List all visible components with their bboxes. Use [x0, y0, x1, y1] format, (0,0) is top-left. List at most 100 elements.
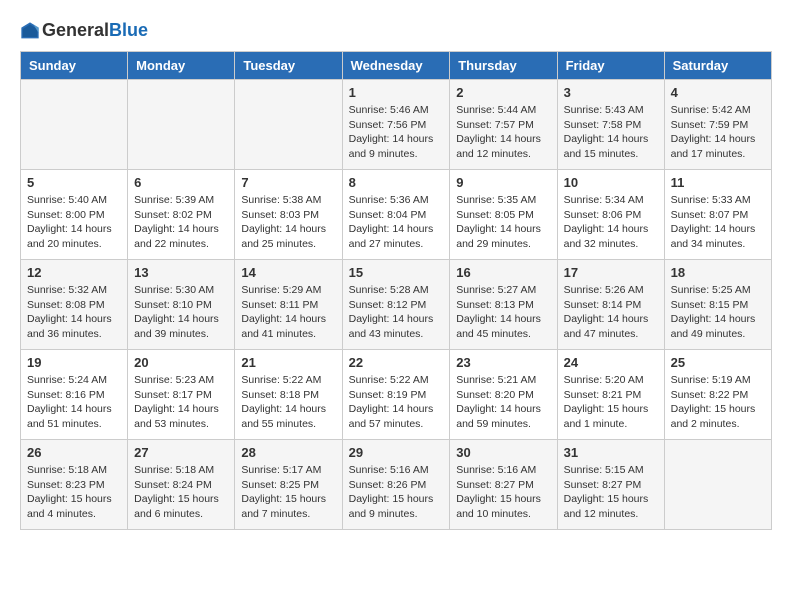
day-info: Sunrise: 5:19 AMSunset: 8:22 PMDaylight:… — [671, 373, 765, 432]
day-info: Sunrise: 5:16 AMSunset: 8:27 PMDaylight:… — [456, 463, 550, 522]
day-info: Sunrise: 5:26 AMSunset: 8:14 PMDaylight:… — [564, 283, 658, 342]
day-number: 21 — [241, 355, 335, 370]
day-number: 23 — [456, 355, 550, 370]
day-header-saturday: Saturday — [664, 52, 771, 80]
day-info: Sunrise: 5:21 AMSunset: 8:20 PMDaylight:… — [456, 373, 550, 432]
calendar-cell: 24 Sunrise: 5:20 AMSunset: 8:21 PMDaylig… — [557, 350, 664, 440]
day-header-friday: Friday — [557, 52, 664, 80]
day-info: Sunrise: 5:17 AMSunset: 8:25 PMDaylight:… — [241, 463, 335, 522]
day-number: 14 — [241, 265, 335, 280]
day-header-thursday: Thursday — [450, 52, 557, 80]
day-number: 30 — [456, 445, 550, 460]
calendar-cell: 12 Sunrise: 5:32 AMSunset: 8:08 PMDaylig… — [21, 260, 128, 350]
day-number: 18 — [671, 265, 765, 280]
calendar-cell: 26 Sunrise: 5:18 AMSunset: 8:23 PMDaylig… — [21, 440, 128, 530]
calendar-cell: 1 Sunrise: 5:46 AMSunset: 7:56 PMDayligh… — [342, 80, 450, 170]
calendar-cell — [235, 80, 342, 170]
day-info: Sunrise: 5:36 AMSunset: 8:04 PMDaylight:… — [349, 193, 444, 252]
day-number: 31 — [564, 445, 658, 460]
logo-icon — [20, 21, 40, 41]
day-info: Sunrise: 5:40 AMSunset: 8:00 PMDaylight:… — [27, 193, 121, 252]
calendar-cell: 21 Sunrise: 5:22 AMSunset: 8:18 PMDaylig… — [235, 350, 342, 440]
day-number: 10 — [564, 175, 658, 190]
day-info: Sunrise: 5:46 AMSunset: 7:56 PMDaylight:… — [349, 103, 444, 162]
day-info: Sunrise: 5:16 AMSunset: 8:26 PMDaylight:… — [349, 463, 444, 522]
calendar-cell: 27 Sunrise: 5:18 AMSunset: 8:24 PMDaylig… — [128, 440, 235, 530]
calendar-cell: 18 Sunrise: 5:25 AMSunset: 8:15 PMDaylig… — [664, 260, 771, 350]
calendar-cell: 30 Sunrise: 5:16 AMSunset: 8:27 PMDaylig… — [450, 440, 557, 530]
calendar-cell: 9 Sunrise: 5:35 AMSunset: 8:05 PMDayligh… — [450, 170, 557, 260]
day-number: 5 — [27, 175, 121, 190]
calendar-cell: 20 Sunrise: 5:23 AMSunset: 8:17 PMDaylig… — [128, 350, 235, 440]
day-number: 19 — [27, 355, 121, 370]
day-info: Sunrise: 5:43 AMSunset: 7:58 PMDaylight:… — [564, 103, 658, 162]
calendar-cell — [128, 80, 235, 170]
day-number: 27 — [134, 445, 228, 460]
day-number: 24 — [564, 355, 658, 370]
logo-blue: Blue — [109, 20, 148, 41]
day-info: Sunrise: 5:24 AMSunset: 8:16 PMDaylight:… — [27, 373, 121, 432]
calendar-cell: 17 Sunrise: 5:26 AMSunset: 8:14 PMDaylig… — [557, 260, 664, 350]
calendar-cell: 25 Sunrise: 5:19 AMSunset: 8:22 PMDaylig… — [664, 350, 771, 440]
day-info: Sunrise: 5:18 AMSunset: 8:23 PMDaylight:… — [27, 463, 121, 522]
day-number: 7 — [241, 175, 335, 190]
day-header-wednesday: Wednesday — [342, 52, 450, 80]
day-number: 15 — [349, 265, 444, 280]
day-info: Sunrise: 5:23 AMSunset: 8:17 PMDaylight:… — [134, 373, 228, 432]
day-info: Sunrise: 5:15 AMSunset: 8:27 PMDaylight:… — [564, 463, 658, 522]
day-number: 8 — [349, 175, 444, 190]
calendar-cell: 14 Sunrise: 5:29 AMSunset: 8:11 PMDaylig… — [235, 260, 342, 350]
day-number: 25 — [671, 355, 765, 370]
day-number: 1 — [349, 85, 444, 100]
day-number: 22 — [349, 355, 444, 370]
calendar-cell: 3 Sunrise: 5:43 AMSunset: 7:58 PMDayligh… — [557, 80, 664, 170]
calendar-cell: 13 Sunrise: 5:30 AMSunset: 8:10 PMDaylig… — [128, 260, 235, 350]
logo: General Blue — [20, 20, 148, 41]
calendar-cell: 15 Sunrise: 5:28 AMSunset: 8:12 PMDaylig… — [342, 260, 450, 350]
calendar-cell: 4 Sunrise: 5:42 AMSunset: 7:59 PMDayligh… — [664, 80, 771, 170]
day-info: Sunrise: 5:25 AMSunset: 8:15 PMDaylight:… — [671, 283, 765, 342]
day-info: Sunrise: 5:30 AMSunset: 8:10 PMDaylight:… — [134, 283, 228, 342]
page-header: General Blue — [20, 20, 772, 41]
calendar-week-3: 12 Sunrise: 5:32 AMSunset: 8:08 PMDaylig… — [21, 260, 772, 350]
calendar-cell: 22 Sunrise: 5:22 AMSunset: 8:19 PMDaylig… — [342, 350, 450, 440]
calendar-cell: 31 Sunrise: 5:15 AMSunset: 8:27 PMDaylig… — [557, 440, 664, 530]
calendar-header-row: SundayMondayTuesdayWednesdayThursdayFrid… — [21, 52, 772, 80]
logo-general: General — [42, 20, 109, 41]
day-info: Sunrise: 5:27 AMSunset: 8:13 PMDaylight:… — [456, 283, 550, 342]
day-number: 3 — [564, 85, 658, 100]
calendar-cell: 23 Sunrise: 5:21 AMSunset: 8:20 PMDaylig… — [450, 350, 557, 440]
day-number: 16 — [456, 265, 550, 280]
calendar-cell — [21, 80, 128, 170]
day-number: 20 — [134, 355, 228, 370]
calendar-cell: 19 Sunrise: 5:24 AMSunset: 8:16 PMDaylig… — [21, 350, 128, 440]
calendar-cell: 7 Sunrise: 5:38 AMSunset: 8:03 PMDayligh… — [235, 170, 342, 260]
calendar-table: SundayMondayTuesdayWednesdayThursdayFrid… — [20, 51, 772, 530]
day-info: Sunrise: 5:33 AMSunset: 8:07 PMDaylight:… — [671, 193, 765, 252]
day-number: 4 — [671, 85, 765, 100]
day-info: Sunrise: 5:35 AMSunset: 8:05 PMDaylight:… — [456, 193, 550, 252]
day-info: Sunrise: 5:20 AMSunset: 8:21 PMDaylight:… — [564, 373, 658, 432]
calendar-cell: 16 Sunrise: 5:27 AMSunset: 8:13 PMDaylig… — [450, 260, 557, 350]
calendar-cell: 2 Sunrise: 5:44 AMSunset: 7:57 PMDayligh… — [450, 80, 557, 170]
calendar-cell: 28 Sunrise: 5:17 AMSunset: 8:25 PMDaylig… — [235, 440, 342, 530]
day-number: 28 — [241, 445, 335, 460]
day-number: 2 — [456, 85, 550, 100]
calendar-week-1: 1 Sunrise: 5:46 AMSunset: 7:56 PMDayligh… — [21, 80, 772, 170]
day-info: Sunrise: 5:34 AMSunset: 8:06 PMDaylight:… — [564, 193, 658, 252]
day-number: 12 — [27, 265, 121, 280]
day-number: 11 — [671, 175, 765, 190]
calendar-cell: 6 Sunrise: 5:39 AMSunset: 8:02 PMDayligh… — [128, 170, 235, 260]
day-info: Sunrise: 5:32 AMSunset: 8:08 PMDaylight:… — [27, 283, 121, 342]
day-info: Sunrise: 5:42 AMSunset: 7:59 PMDaylight:… — [671, 103, 765, 162]
calendar-cell: 29 Sunrise: 5:16 AMSunset: 8:26 PMDaylig… — [342, 440, 450, 530]
day-number: 29 — [349, 445, 444, 460]
calendar-cell: 8 Sunrise: 5:36 AMSunset: 8:04 PMDayligh… — [342, 170, 450, 260]
calendar-week-4: 19 Sunrise: 5:24 AMSunset: 8:16 PMDaylig… — [21, 350, 772, 440]
day-info: Sunrise: 5:38 AMSunset: 8:03 PMDaylight:… — [241, 193, 335, 252]
day-number: 9 — [456, 175, 550, 190]
day-header-sunday: Sunday — [21, 52, 128, 80]
day-header-monday: Monday — [128, 52, 235, 80]
calendar-cell: 5 Sunrise: 5:40 AMSunset: 8:00 PMDayligh… — [21, 170, 128, 260]
calendar-week-2: 5 Sunrise: 5:40 AMSunset: 8:00 PMDayligh… — [21, 170, 772, 260]
